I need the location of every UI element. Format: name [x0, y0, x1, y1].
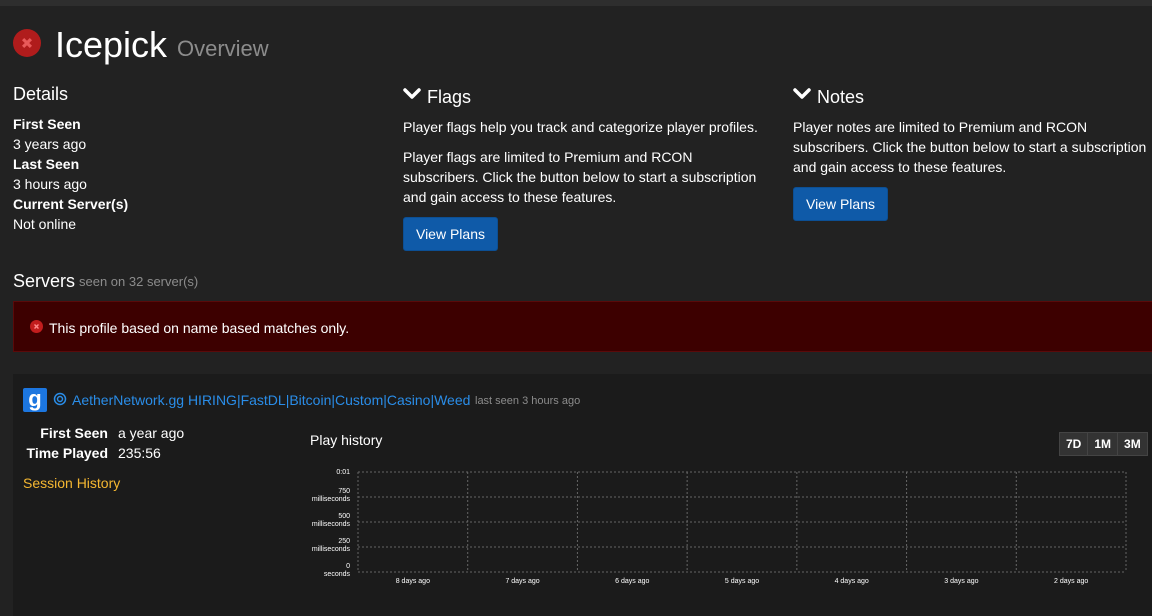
current-servers-label: Current Server(s) [13, 196, 129, 212]
notes-limit-line-1: Player notes are limited to Premium and … [793, 119, 1088, 135]
name-match-alert: This profile based on name based matches… [13, 301, 1152, 352]
x-tick-label: 5 days ago [725, 578, 759, 585]
profile-subtitle: Overview [177, 36, 269, 61]
top-bar [0, 0, 1152, 6]
y-tick-label: 0:01 [336, 469, 350, 476]
session-history-link[interactable]: Session History [23, 474, 120, 492]
gmod-game-icon: g [23, 388, 47, 412]
y-tick-label: 500 [338, 513, 350, 520]
last-seen-value: 3 hours ago [13, 176, 87, 192]
last-seen-label: Last Seen [13, 156, 80, 172]
first-seen-value: 3 years ago [13, 136, 87, 152]
y-tick-label: 750 [338, 488, 350, 495]
flags-limit-line-3: and gain access to these features. [403, 189, 617, 205]
details-heading: Details [13, 84, 69, 104]
y-tick-unit: milliseconds [312, 546, 351, 553]
x-tick-label: 3 days ago [944, 578, 978, 585]
range-selector: 7D 1M 3M [1059, 432, 1148, 456]
first-seen-label: First Seen [13, 116, 81, 132]
flags-limit-line-2: subscribers. Click the button below to s… [403, 169, 757, 185]
x-tick-label: 2 days ago [1054, 578, 1088, 585]
status-offline-icon [13, 29, 41, 57]
flags-description: Player flags help you track and categori… [403, 119, 758, 135]
notes-limit-line-2: subscribers. Click the button below to s… [793, 139, 1147, 155]
y-tick-unit: milliseconds [312, 496, 351, 503]
range-3m-button[interactable]: 3M [1117, 432, 1148, 456]
y-tick-unit: seconds [324, 571, 351, 578]
server-first-seen-value: a year ago [118, 425, 185, 441]
server-name-link[interactable]: AetherNetwork.gg HIRING|FastDL|Bitcoin|C… [72, 391, 470, 409]
profile-name: Icepick [55, 24, 168, 65]
server-first-seen-label: First Seen [40, 425, 108, 441]
y-tick-unit: milliseconds [312, 521, 351, 528]
range-7d-button[interactable]: 7D [1059, 432, 1089, 456]
y-tick-label: 250 [338, 538, 350, 545]
notes-heading[interactable]: Notes [817, 86, 864, 108]
x-tick-label: 8 days ago [396, 578, 430, 585]
play-history-chart: 0:01750milliseconds500milliseconds250mil… [312, 469, 1127, 585]
servers-count: seen on 32 server(s) [79, 274, 199, 289]
swirl-icon [53, 392, 67, 406]
flags-limit-line-1: Player flags are limited to Premium and … [403, 149, 693, 165]
notes-view-plans-button[interactable]: View Plans [793, 187, 888, 221]
notes-limit-line-3: and gain access to these features. [793, 159, 1007, 175]
servers-heading: Servers [13, 271, 76, 291]
error-icon [30, 320, 43, 333]
flags-view-plans-button[interactable]: View Plans [403, 217, 498, 251]
chevron-down-icon[interactable] [793, 88, 811, 102]
play-history-title: Play history [310, 432, 383, 448]
x-tick-label: 7 days ago [505, 578, 539, 585]
time-played-value: 235:56 [118, 445, 161, 461]
y-tick-label: 0 [346, 563, 350, 570]
alert-text: This profile based on name based matches… [49, 320, 350, 336]
flags-heading[interactable]: Flags [427, 86, 471, 108]
server-last-seen: last seen 3 hours ago [475, 395, 581, 407]
current-servers-value: Not online [13, 216, 77, 232]
range-1m-button[interactable]: 1M [1087, 432, 1119, 456]
chevron-down-icon[interactable] [403, 88, 421, 102]
x-tick-label: 4 days ago [835, 578, 869, 585]
time-played-label: Time Played [26, 445, 108, 461]
x-tick-label: 6 days ago [615, 578, 649, 585]
